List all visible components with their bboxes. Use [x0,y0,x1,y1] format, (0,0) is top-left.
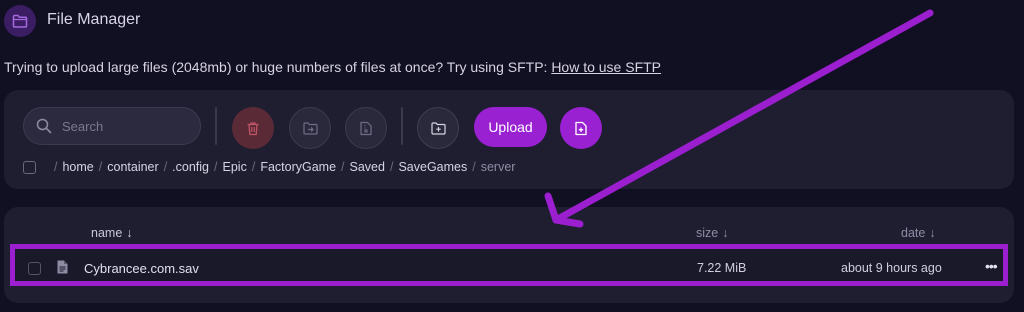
new-file-button[interactable] [560,107,602,149]
new-folder-icon [430,121,446,135]
move-button[interactable] [289,107,331,149]
search-icon [36,118,52,134]
breadcrumb: / home / container / .config / Epic / Fa… [23,158,515,176]
trash-icon [247,121,259,135]
toolbar-divider [401,107,403,145]
new-folder-button[interactable] [417,107,459,149]
new-file-icon [575,121,587,135]
upload-button[interactable]: Upload [474,107,547,147]
breadcrumb-item[interactable]: FactoryGame [260,160,336,174]
file-date: about 9 hours ago [841,261,942,275]
sftp-help-link[interactable]: How to use SFTP [551,59,661,75]
select-all-checkbox[interactable] [23,160,36,174]
folder-icon [4,5,36,37]
sftp-notice: Trying to upload large files (2048mb) or… [4,59,661,75]
sftp-notice-text: Trying to upload large files (2048mb) or… [4,59,552,75]
file-name[interactable]: Cybrancee.com.sav [84,261,199,276]
row-checkbox[interactable] [28,262,41,275]
archive-button[interactable] [345,107,387,149]
breadcrumb-item[interactable]: home [62,160,93,174]
breadcrumb-item[interactable]: SaveGames [398,160,467,174]
header: File Manager [0,0,1024,40]
table-row[interactable]: Cybrancee.com.sav 7.22 MiB about 9 hours… [10,244,1008,286]
sort-arrow-icon: ↓ [929,226,936,240]
breadcrumb-item[interactable]: Saved [350,160,385,174]
breadcrumb-current: server [480,160,516,174]
breadcrumb-item[interactable]: .config [172,160,209,174]
column-header-name[interactable]: name ↓ [91,226,133,240]
delete-button[interactable] [232,107,274,149]
search-input[interactable] [60,117,194,135]
archive-file-icon [360,121,372,135]
breadcrumb-item[interactable]: Epic [223,160,247,174]
file-icon [57,260,68,274]
toolbar-panel: Upload / home / container / .config / Ep… [4,90,1014,189]
breadcrumb-item[interactable]: container [107,160,158,174]
sort-arrow-icon: ↓ [722,226,729,240]
toolbar-divider [215,107,217,145]
search-box[interactable] [23,107,201,145]
page-title: File Manager [47,11,141,28]
sort-arrow-icon: ↓ [126,226,133,240]
file-size: 7.22 MiB [697,261,747,275]
column-header-size[interactable]: size ↓ [696,226,728,240]
column-header-date[interactable]: date ↓ [901,226,936,240]
move-folder-icon [302,121,318,135]
file-list-panel: name ↓ size ↓ date ↓ Cybrancee.com.sav 7.22… [4,207,1014,303]
more-actions-icon[interactable]: ••• [985,258,998,274]
